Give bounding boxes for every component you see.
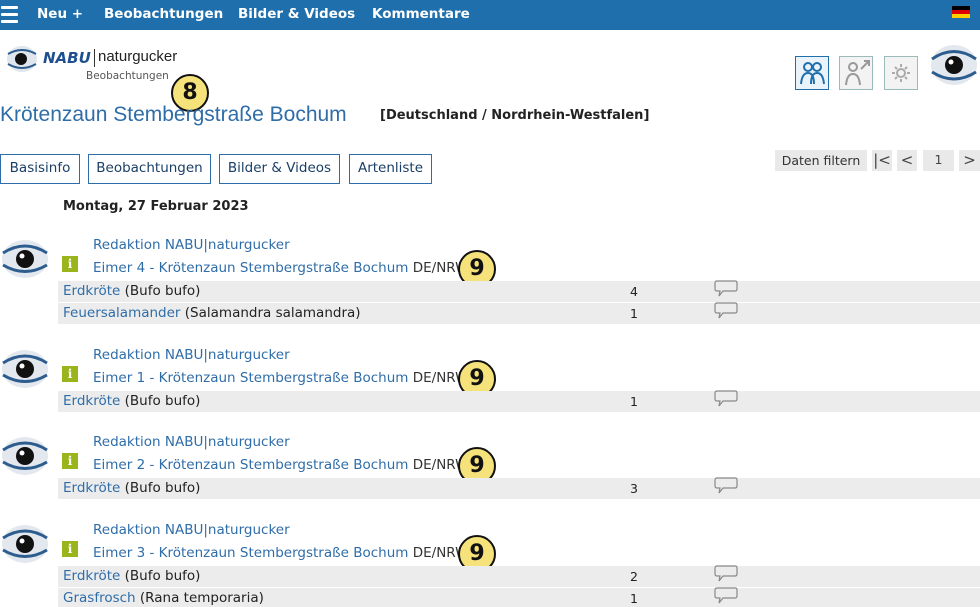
logo-brand: NABU bbox=[43, 49, 91, 67]
species-latin: (Salamandra salamandra) bbox=[184, 305, 361, 321]
species-link[interactable]: Erdkröte bbox=[63, 480, 120, 496]
flag-de-icon[interactable] bbox=[952, 6, 970, 18]
species-name: Erdkröte (Bufo bufo) bbox=[63, 568, 200, 584]
next-page-button[interactable]: > bbox=[959, 150, 980, 171]
group-users-button[interactable] bbox=[795, 56, 829, 90]
menu-icon[interactable] bbox=[1, 6, 18, 23]
observer-avatar[interactable] bbox=[0, 346, 50, 396]
tab-beobachtungen[interactable]: Beobachtungen bbox=[88, 154, 211, 184]
observer-link[interactable]: Redaktion NABU|naturgucker bbox=[93, 347, 290, 363]
info-icon[interactable]: i bbox=[62, 453, 78, 469]
species-count: 1 bbox=[630, 306, 638, 321]
logo-separator bbox=[94, 49, 95, 67]
species-link[interactable]: Feuersalamander bbox=[63, 305, 180, 321]
species-count: 4 bbox=[630, 284, 638, 299]
group-users-icon bbox=[800, 62, 825, 85]
nav-images-videos[interactable]: Bilder & Videos bbox=[238, 6, 355, 22]
location-link[interactable]: Eimer 4 - Krötenzaun Stembergstraße Boch… bbox=[93, 260, 408, 276]
tab-bilder-videos[interactable]: Bilder & Videos bbox=[219, 154, 340, 184]
logo-subtitle: Beobachtungen bbox=[86, 70, 169, 82]
eye-logo-icon bbox=[7, 46, 37, 72]
observer-link[interactable]: Redaktion NABU|naturgucker bbox=[93, 237, 290, 253]
info-icon[interactable]: i bbox=[62, 541, 78, 557]
info-icon[interactable]: i bbox=[62, 256, 78, 272]
species-row: Erdkröte (Bufo bufo) 2 bbox=[58, 564, 980, 588]
comment-icon[interactable] bbox=[713, 389, 739, 413]
settings-button[interactable] bbox=[884, 56, 918, 90]
species-count: 1 bbox=[630, 394, 638, 409]
user-export-button[interactable] bbox=[839, 56, 873, 90]
observer-avatar[interactable] bbox=[0, 433, 50, 483]
species-row: Feuersalamander (Salamandra salamandra) 1 bbox=[58, 301, 980, 325]
observer-link[interactable]: Redaktion NABU|naturgucker bbox=[93, 434, 290, 450]
location-line: Eimer 3 - Krötenzaun Stembergstraße Boch… bbox=[93, 545, 469, 561]
species-row: Erdkröte (Bufo bufo) 3 bbox=[58, 476, 980, 500]
comment-icon[interactable] bbox=[713, 564, 739, 588]
logo-product: naturgucker bbox=[98, 48, 178, 65]
filter-data-button[interactable]: Daten filtern bbox=[775, 150, 867, 171]
species-link[interactable]: Grasfrosch bbox=[63, 590, 136, 606]
species-latin: (Bufo bufo) bbox=[124, 568, 201, 584]
tab-artenliste[interactable]: Artenliste bbox=[349, 154, 432, 184]
species-name: Feuersalamander (Salamandra salamandra) bbox=[63, 305, 361, 321]
nav-observations[interactable]: Beobachtungen bbox=[104, 6, 223, 22]
nav-comments[interactable]: Kommentare bbox=[372, 6, 470, 22]
observer-avatar[interactable] bbox=[0, 236, 50, 286]
comment-icon[interactable] bbox=[713, 279, 739, 303]
location-line: Eimer 4 - Krötenzaun Stembergstraße Boch… bbox=[93, 260, 469, 276]
species-latin: (Rana temporaria) bbox=[139, 590, 264, 606]
species-name: Erdkröte (Bufo bufo) bbox=[63, 393, 200, 409]
first-page-button[interactable]: |< bbox=[872, 150, 892, 171]
page-region: [Deutschland / Nordrhein-Westfalen] bbox=[380, 108, 650, 123]
observer-avatar[interactable] bbox=[0, 521, 50, 571]
prev-page-button[interactable]: < bbox=[897, 150, 917, 171]
comment-icon[interactable] bbox=[713, 476, 739, 500]
tab-basisinfo[interactable]: Basisinfo bbox=[0, 154, 80, 184]
species-latin: (Bufo bufo) bbox=[124, 393, 201, 409]
location-line: Eimer 1 - Krötenzaun Stembergstraße Boch… bbox=[93, 370, 469, 386]
date-heading: Montag, 27 Februar 2023 bbox=[63, 199, 249, 214]
location-line: Eimer 2 - Krötenzaun Stembergstraße Boch… bbox=[93, 457, 469, 473]
species-count: 1 bbox=[630, 591, 638, 606]
species-row: Grasfrosch (Rana temporaria) 1 bbox=[58, 586, 980, 607]
species-link[interactable]: Erdkröte bbox=[63, 283, 120, 299]
user-export-icon bbox=[845, 60, 870, 86]
species-count: 3 bbox=[630, 481, 638, 496]
location-link[interactable]: Eimer 1 - Krötenzaun Stembergstraße Boch… bbox=[93, 370, 408, 386]
species-link[interactable]: Erdkröte bbox=[63, 568, 120, 584]
nav-new[interactable]: Neu + bbox=[37, 6, 83, 22]
page-title[interactable]: Krötenzaun Stembergstraße Bochum bbox=[0, 103, 347, 127]
species-row: Erdkröte (Bufo bufo) 1 bbox=[58, 389, 980, 413]
species-row: Erdkröte (Bufo bufo) 4 bbox=[58, 279, 980, 303]
comment-icon[interactable] bbox=[713, 301, 739, 325]
info-icon[interactable]: i bbox=[62, 366, 78, 382]
settings-icon bbox=[892, 64, 910, 82]
species-name: Erdkröte (Bufo bufo) bbox=[63, 283, 200, 299]
area-avatar-icon[interactable] bbox=[929, 42, 979, 92]
page-number: 1 bbox=[923, 150, 954, 171]
observer-link[interactable]: Redaktion NABU|naturgucker bbox=[93, 522, 290, 538]
location-link[interactable]: Eimer 2 - Krötenzaun Stembergstraße Boch… bbox=[93, 457, 408, 473]
comment-icon[interactable] bbox=[713, 586, 739, 607]
location-link[interactable]: Eimer 3 - Krötenzaun Stembergstraße Boch… bbox=[93, 545, 408, 561]
species-latin: (Bufo bufo) bbox=[124, 480, 201, 496]
species-name: Erdkröte (Bufo bufo) bbox=[63, 480, 200, 496]
species-name: Grasfrosch (Rana temporaria) bbox=[63, 590, 264, 606]
species-latin: (Bufo bufo) bbox=[124, 283, 201, 299]
top-nav-bar: Neu + Beobachtungen Bilder & Videos Komm… bbox=[0, 0, 980, 30]
species-count: 2 bbox=[630, 569, 638, 584]
species-link[interactable]: Erdkröte bbox=[63, 393, 120, 409]
